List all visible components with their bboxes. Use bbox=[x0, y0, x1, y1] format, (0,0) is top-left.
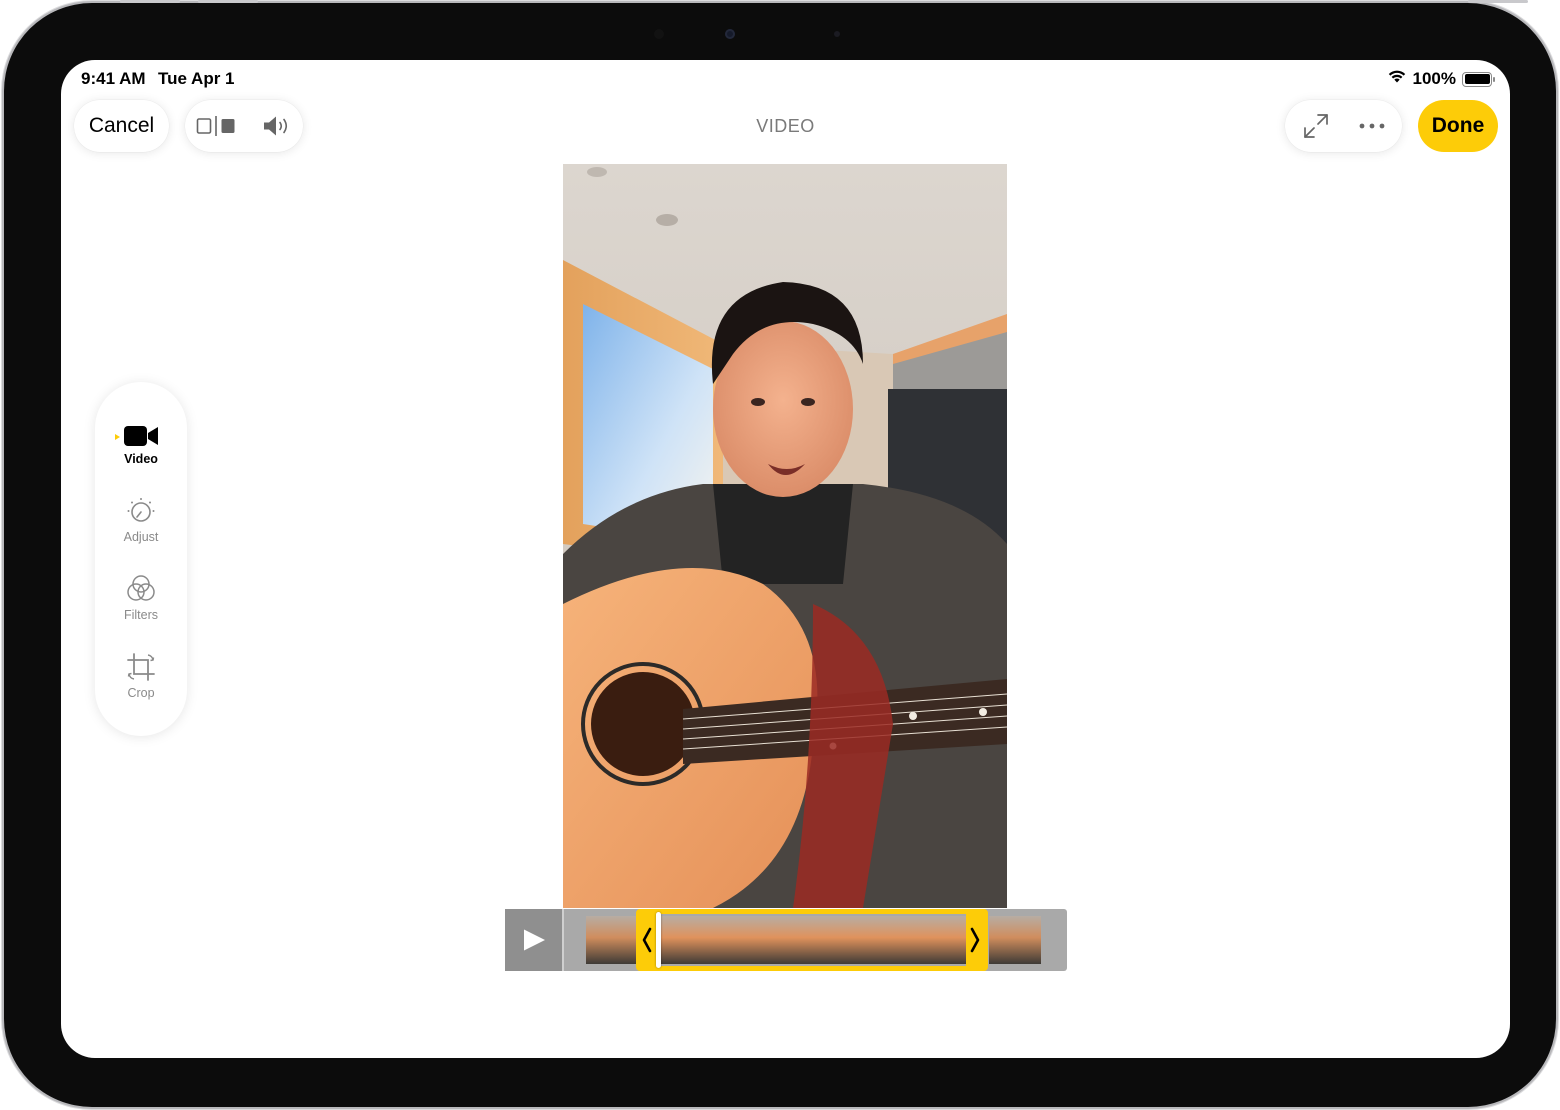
right-tools-group bbox=[1285, 100, 1402, 152]
front-sensor bbox=[654, 29, 664, 39]
edit-tools-sidebar: Video Adjust Filters Crop bbox=[95, 382, 187, 736]
active-indicator bbox=[115, 434, 120, 440]
ambient-sensor bbox=[834, 31, 840, 37]
sidebar-item-crop[interactable]: Crop bbox=[95, 652, 187, 718]
ipad-frame: 9:41 AM Tue Apr 1 100% Cancel VIDEO Done… bbox=[4, 3, 1556, 1107]
power-button bbox=[1468, 0, 1528, 3]
battery-percent: 100% bbox=[1412, 69, 1456, 88]
top-button bbox=[120, 0, 180, 3]
sidebar-item-adjust[interactable]: Adjust bbox=[95, 496, 187, 562]
sidebar-item-label: Crop bbox=[127, 686, 155, 700]
expand-icon[interactable] bbox=[1303, 113, 1329, 139]
video-preview[interactable] bbox=[563, 164, 1007, 908]
sidebar-item-video[interactable]: Video bbox=[95, 418, 187, 484]
status-date: Tue Apr 1 bbox=[158, 69, 235, 88]
sidebar-item-label: Video bbox=[124, 452, 158, 466]
trim-timeline[interactable] bbox=[505, 909, 1067, 971]
filmstrip-tail bbox=[989, 916, 1041, 964]
trim-selection-frame bbox=[636, 909, 988, 971]
chevron-right-icon bbox=[970, 927, 980, 953]
playhead[interactable] bbox=[656, 912, 661, 968]
play-button[interactable] bbox=[505, 909, 564, 971]
status-time: 9:41 AM bbox=[81, 69, 146, 88]
trim-start-handle[interactable] bbox=[641, 927, 653, 953]
adjust-dial-icon bbox=[126, 496, 156, 526]
top-button bbox=[198, 0, 258, 3]
frame-thumbnail bbox=[989, 916, 1015, 964]
battery-icon bbox=[1462, 71, 1495, 87]
wifi-icon bbox=[1387, 69, 1407, 89]
frame-thumbnail bbox=[1015, 916, 1041, 964]
play-icon bbox=[523, 929, 545, 951]
status-right: 100% bbox=[1387, 69, 1495, 89]
front-camera bbox=[725, 29, 735, 39]
sidebar-item-label: Filters bbox=[123, 608, 159, 622]
filters-icon bbox=[125, 574, 157, 604]
trim-end-handle[interactable] bbox=[969, 927, 981, 953]
sidebar-item-label: Adjust bbox=[123, 530, 159, 544]
chevron-left-icon bbox=[642, 927, 652, 953]
sidebar-item-filters[interactable]: Filters bbox=[95, 574, 187, 640]
frame-thumbnail bbox=[586, 916, 612, 964]
crop-icon bbox=[126, 652, 156, 682]
frame-thumbnail bbox=[612, 916, 638, 964]
video-camera-icon bbox=[123, 418, 159, 448]
done-button[interactable]: Done bbox=[1418, 100, 1498, 152]
screen: 9:41 AM Tue Apr 1 100% Cancel VIDEO Done… bbox=[61, 60, 1510, 1058]
video-frame-image bbox=[563, 164, 1007, 908]
more-icon[interactable] bbox=[1359, 123, 1385, 129]
